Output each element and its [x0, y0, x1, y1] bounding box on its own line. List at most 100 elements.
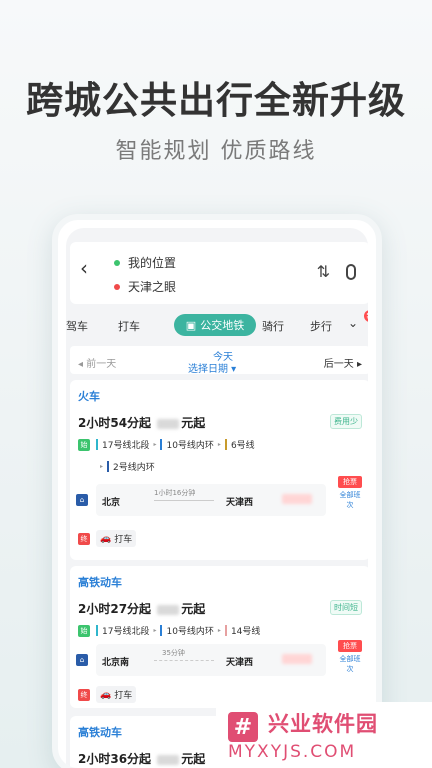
transit-lines: 始 17号线北段 ▸ 10号线内环 ▸ 14号线 — [78, 624, 260, 637]
headline: 跨城公共出行全新升级 — [26, 79, 406, 122]
line-label: 17号线北段 — [102, 627, 150, 637]
line-label: 17号线北段 — [102, 441, 150, 451]
route-category: 高铁动车 — [78, 576, 122, 589]
line-label: 10号线内环 — [166, 441, 214, 451]
next-day-label: 后一天 — [323, 359, 354, 370]
watermark-logo: # — [228, 712, 258, 742]
bus-icon: ▣ — [185, 318, 197, 332]
tab-taxi[interactable]: 打车 — [118, 318, 140, 334]
destination-row[interactable]: 天津之眼 — [114, 278, 176, 295]
train-divider — [154, 660, 214, 661]
all-trains-link[interactable]: 全部班次 — [338, 654, 362, 674]
train-divider — [154, 500, 214, 501]
train-from: 北京南 — [102, 658, 130, 668]
watermark-title: 兴业软件园 — [268, 712, 378, 736]
train-icon: ⌂ — [76, 654, 88, 666]
grab-ticket-button[interactable]: 抢票 — [338, 640, 362, 652]
route-category: 火车 — [78, 390, 100, 403]
route-card-train[interactable]: 火车 2小时54分起 元起 费用少 始 17号线北段 ▸ 10号线内环 ▸ 6号… — [70, 380, 368, 560]
arrow-right-icon: ▸ — [153, 627, 157, 634]
swap-icon[interactable]: ⇅ — [317, 262, 330, 281]
car-icon: 🚗 — [100, 689, 112, 700]
next-day-button[interactable]: 后一天 ▸ — [324, 355, 362, 370]
price-suffix: 元起 — [181, 602, 206, 616]
line-label: 14号线 — [230, 627, 261, 637]
app-screen: ‹ 我的位置 天津之眼 ⇅ 驾车 打车 ▣ 公交地铁 骑行 步行 ⌄ 新 — [66, 228, 368, 768]
route-duration: 2小时54分起 元起 — [78, 414, 205, 431]
prev-day-label: 前一天 — [86, 359, 117, 370]
line-color-bar — [224, 625, 227, 636]
end-marker: 终 — [78, 532, 90, 545]
train-time: 1小时16分钟 — [154, 489, 196, 497]
train-segment[interactable]: ⌂ 北京 1小时16分钟 天津西 — [76, 484, 326, 516]
taxi-chip[interactable]: 🚗 打车 — [96, 686, 137, 703]
start-marker: 始 — [78, 438, 90, 451]
route-search-box: ‹ 我的位置 天津之眼 ⇅ — [70, 242, 368, 304]
back-arrow-icon[interactable]: ‹ — [80, 256, 88, 280]
date-bar: ◂ 前一天 今天 选择日期 ▾ 后一天 ▸ — [70, 346, 368, 375]
tab-walk[interactable]: 步行 — [310, 318, 332, 334]
tab-bike[interactable]: 骑行 — [262, 318, 284, 334]
tab-transit-label: 公交地铁 — [200, 319, 245, 332]
line-color-bar — [160, 625, 163, 636]
line-color-bar — [96, 439, 98, 450]
more-modes-chevron-icon[interactable]: ⌄ — [348, 316, 358, 330]
all-trains-link[interactable]: 全部班次 — [338, 490, 362, 510]
origin-dot-icon — [114, 259, 120, 266]
arrow-right-icon: ▸ — [100, 463, 104, 470]
price-suffix: 元起 — [181, 416, 206, 430]
final-segment: 终 🚗 打车 — [78, 530, 137, 547]
origin-row[interactable]: 我的位置 — [114, 254, 176, 271]
choose-date-button[interactable]: 选择日期 ▾ — [188, 360, 236, 375]
price-suffix: 元起 — [181, 752, 206, 766]
subline: 智能规划 优质路线 — [115, 139, 317, 164]
arrow-right-icon: ▸ — [217, 627, 221, 634]
taxi-label: 打车 — [114, 691, 133, 701]
end-marker: 终 — [78, 688, 90, 701]
route-duration: 2小时27分起 元起 — [78, 600, 205, 617]
duration-text: 2小时27分起 — [78, 602, 152, 616]
tab-drive[interactable]: 驾车 — [66, 318, 88, 334]
final-segment: 终 🚗 打车 — [78, 686, 137, 703]
line-color-bar — [96, 625, 98, 636]
price-blur — [157, 604, 180, 615]
transit-lines-continued: ▸ 2号线内环 — [96, 460, 155, 473]
tab-transit[interactable]: ▣ 公交地铁 — [174, 314, 256, 336]
train-to: 天津西 — [226, 658, 254, 668]
arrow-right-icon: ▸ — [217, 441, 221, 448]
price-blur — [157, 754, 180, 765]
duration-text: 2小时54分起 — [78, 416, 152, 430]
car-icon: 🚗 — [100, 533, 112, 544]
arrow-right-icon: ▸ — [153, 441, 157, 448]
route-tag: 时间短 — [330, 600, 362, 615]
train-time: 35分钟 — [162, 649, 185, 657]
origin-text: 我的位置 — [128, 256, 177, 270]
line-color-bar — [107, 461, 110, 472]
destination-text: 天津之眼 — [128, 280, 177, 294]
fare-blur — [282, 494, 312, 504]
prev-day-button[interactable]: ◂ 前一天 — [78, 355, 116, 370]
route-tag: 费用少 — [330, 414, 362, 429]
watermark-url: MYXYJS.COM — [228, 742, 357, 762]
duration-text: 2小时36分起 — [78, 752, 152, 766]
line-label: 6号线 — [230, 441, 255, 451]
train-segment[interactable]: ⌂ 北京南 35分钟 天津西 — [76, 644, 326, 676]
destination-dot-icon — [114, 283, 120, 290]
price-blur — [157, 418, 180, 429]
grab-ticket-button[interactable]: 抢票 — [338, 476, 362, 488]
transit-lines: 始 17号线北段 ▸ 10号线内环 ▸ 6号线 — [78, 438, 255, 451]
ticket-options[interactable]: 抢票 全部班次 — [338, 476, 362, 510]
choose-date-label: 选择日期 — [188, 364, 228, 375]
transport-mode-tabs: 驾车 打车 ▣ 公交地铁 骑行 步行 ⌄ 新 — [66, 310, 368, 340]
start-marker: 始 — [78, 624, 90, 637]
line-label: 2号线内环 — [113, 463, 155, 473]
microphone-icon[interactable] — [346, 264, 356, 280]
train-to: 天津西 — [226, 498, 254, 508]
route-card-highspeed[interactable]: 高铁动车 2小时27分起 元起 时间短 始 17号线北段 ▸ 10号线内环 ▸ … — [70, 566, 368, 708]
train-from: 北京 — [102, 498, 121, 508]
line-label: 10号线内环 — [166, 627, 214, 637]
taxi-chip[interactable]: 🚗 打车 — [96, 530, 137, 547]
route-category: 高铁动车 — [78, 726, 122, 739]
train-icon: ⌂ — [76, 494, 88, 506]
ticket-options[interactable]: 抢票 全部班次 — [338, 640, 362, 674]
